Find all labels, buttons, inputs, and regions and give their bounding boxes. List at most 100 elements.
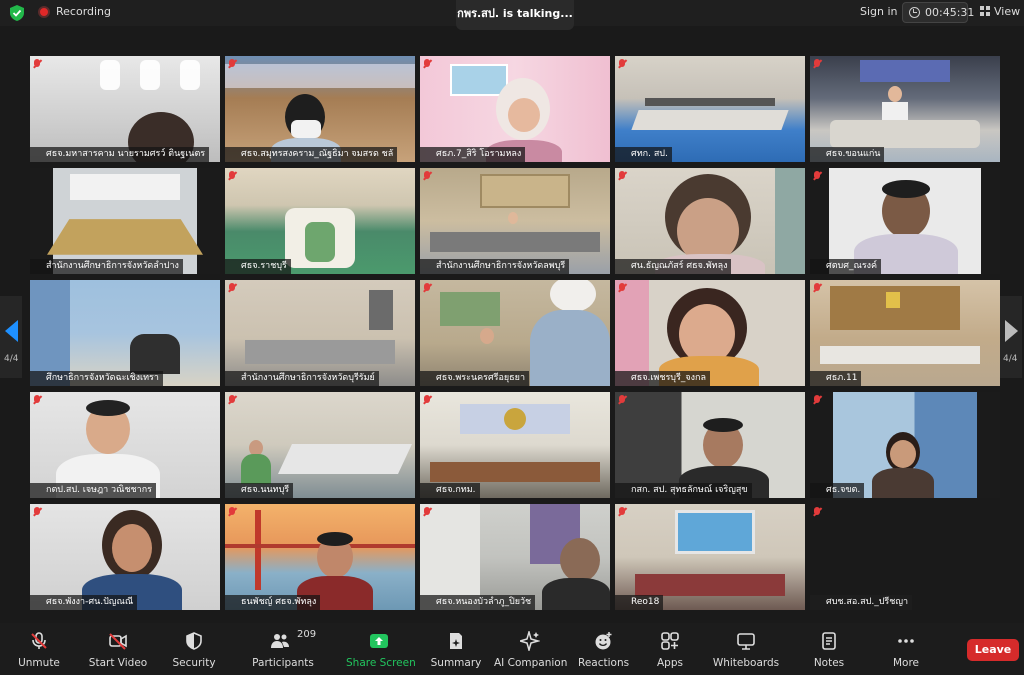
video-tile[interactable]: สำนักงานศึกษาธิการจังหวัดลำปาง (30, 168, 220, 274)
muted-mic-icon (814, 395, 820, 403)
muted-mic-icon (814, 59, 820, 67)
muted-mic-icon (619, 283, 625, 291)
arrow-right-icon (1005, 320, 1018, 342)
apps-button[interactable]: Apps (650, 623, 690, 675)
video-tile[interactable]: ศธภ.7_สิริ โอรามหลง (420, 56, 610, 162)
summary-icon (450, 633, 462, 649)
whiteboards-button[interactable]: Whiteboards (712, 623, 780, 675)
participants-button[interactable]: 209 Participants (252, 623, 317, 675)
participant-name: ศบช.สอ.สป._ปรีชญา (810, 595, 913, 610)
participants-icon (271, 634, 289, 648)
video-tile[interactable]: ศธจ.พระนครศรีอยุธยา (420, 280, 610, 386)
video-tile[interactable]: ศธจ.ราชบุรี (225, 168, 415, 274)
more-label: More (892, 657, 920, 669)
summary-button[interactable]: Summary (430, 623, 482, 675)
participant-name: ศธจ.เพชรบุรี_จงกล (615, 371, 710, 386)
muted-mic-icon (424, 283, 430, 291)
video-tile[interactable]: ศธภ.11 (810, 280, 1000, 386)
muted-mic-icon (424, 59, 430, 67)
notes-label: Notes (813, 657, 845, 669)
meeting-timer[interactable]: 00:45:31 (902, 2, 974, 23)
participant-name: สำนักงานศึกษาธิการจังหวัดบุรีรัมย์ (225, 371, 379, 386)
participant-name: ศทก. สป. (615, 147, 672, 162)
recording-label: Recording (56, 5, 112, 18)
video-tile[interactable]: กตป.สป. เจษฎา วณิชชากร (30, 392, 220, 498)
video-tile[interactable]: ศธ.จขต. (810, 392, 1000, 498)
participant-name: ศน.ธัญณภัสร์ ศธจ.พัทลุง (615, 259, 732, 274)
video-tile[interactable]: ศตบศ_ณรงค์ (810, 168, 1000, 274)
share-screen-icon (370, 634, 388, 648)
clock-icon (909, 7, 920, 18)
participant-name: Reo18 (615, 595, 664, 610)
video-camera-off-icon (109, 633, 127, 650)
participant-name: ศธจ.หนองบัวลำภู_ปิยวัช (420, 595, 536, 610)
participant-name: ศธจ.สมุทรสงคราม_ณัฐธิมา จมสรด ชลั (225, 147, 398, 162)
participant-name: ศธจ.กทม. (420, 483, 480, 498)
video-tile[interactable]: สำนักงานศึกษาธิการจังหวัดบุรีรัมย์ (225, 280, 415, 386)
muted-mic-icon (34, 395, 40, 403)
participant-name: ศตบศ_ณรงค์ (810, 259, 882, 274)
notes-icon (822, 632, 836, 650)
arrow-left-icon (5, 320, 18, 342)
video-tile[interactable]: ศธจ.หนองบัวลำภู_ปิยวัช (420, 504, 610, 610)
video-tile[interactable]: Reo18 (615, 504, 805, 610)
more-button[interactable]: More (886, 623, 926, 675)
video-tile[interactable]: ศธจ.สมุทรสงคราม_ณัฐธิมา จมสรด ชลั (225, 56, 415, 162)
notes-button[interactable]: Notes (808, 623, 850, 675)
participant-name: ศธ.จขต. (810, 483, 865, 498)
muted-mic-icon (229, 171, 235, 179)
video-tile[interactable]: ศธจ.กทม. (420, 392, 610, 498)
participant-name: ศึกษาธิการจังหวัดฉะเชิงเทรา (30, 371, 163, 386)
unmute-button[interactable]: Unmute (16, 623, 62, 675)
video-tile[interactable]: สำนักงานศึกษาธิการจังหวัดลพบุรี (420, 168, 610, 274)
timer-value: 00:45:31 (925, 6, 975, 19)
sign-in-link[interactable]: Sign in (860, 5, 898, 18)
muted-mic-icon (619, 171, 625, 179)
page-indicator-right: 4/4 (1003, 354, 1018, 364)
participant-name: ศธภ.7_สิริ โอรามหลง (420, 147, 526, 162)
top-bar: Recording กพร.สป. is talking... Sign in … (0, 0, 1024, 30)
start-video-button[interactable]: Start Video (88, 623, 148, 675)
video-tile[interactable]: กสก. สป. สุทธลักษณ์ เจริญสุข (615, 392, 805, 498)
muted-mic-icon (34, 59, 40, 67)
apps-label: Apps (657, 657, 683, 669)
view-label: View (994, 5, 1021, 18)
participants-label: Participants (252, 657, 314, 669)
summary-label: Summary (430, 657, 482, 669)
muted-mic-icon (34, 507, 40, 515)
reactions-button[interactable]: Reactions (578, 623, 630, 675)
reactions-label: Reactions (578, 657, 630, 669)
participant-name: ศธจ.ราชบุรี (225, 259, 291, 274)
participant-name: สำนักงานศึกษาธิการจังหวัดลำปาง (30, 259, 183, 274)
previous-page-button[interactable] (0, 296, 22, 378)
participant-name: กตป.สป. เจษฎา วณิชชากร (30, 483, 156, 498)
video-tile[interactable]: ศบช.สอ.สป._ปรีชญา (810, 504, 1000, 610)
video-tile[interactable]: ศธจ.นนทบุรี (225, 392, 415, 498)
video-tile[interactable]: ธนพัชญ์ ศธจ.พัทลุง (225, 504, 415, 610)
participant-name: ธนพัชญ์ ศธจ.พัทลุง (225, 595, 321, 610)
video-tile[interactable]: ศทก. สป. (615, 56, 805, 162)
next-page-button[interactable] (1000, 296, 1022, 378)
ai-companion-label: AI Companion (494, 657, 568, 669)
video-tile[interactable]: ศธจ.ขอนแก่น (810, 56, 1000, 162)
share-screen-button[interactable]: Share Screen (346, 623, 416, 675)
video-tile[interactable]: ศธจ.มหาสารคาม นายรามศรว์ ตินฐเนตร (30, 56, 220, 162)
active-speaker-banner: กพร.สป. is talking... (456, 0, 574, 30)
video-tile[interactable]: ศธจ.เพชรบุรี_จงกล (615, 280, 805, 386)
leave-button[interactable]: Leave (967, 639, 1019, 661)
ai-companion-button[interactable]: AI Companion (494, 623, 568, 675)
grid-view-icon (980, 6, 990, 16)
muted-mic-icon (814, 507, 820, 515)
video-tile[interactable]: ศน.ธัญณภัสร์ ศธจ.พัทลุง (615, 168, 805, 274)
security-button[interactable]: Security (170, 623, 218, 675)
start-video-label: Start Video (88, 657, 148, 669)
muted-mic-icon (814, 171, 820, 179)
view-button[interactable]: View (980, 5, 1020, 18)
participant-name: ศธจ.ขอนแก่น (810, 147, 885, 162)
video-tile[interactable]: ศธจ.พังงา-ศน.ปัญณณี (30, 504, 220, 610)
participant-name: ศธจ.นนทบุรี (225, 483, 294, 498)
video-tile[interactable]: ศึกษาธิการจังหวัดฉะเชิงเทรา (30, 280, 220, 386)
muted-mic-icon (229, 59, 235, 67)
shield-check-icon[interactable] (10, 5, 24, 21)
participant-count: 209 (297, 629, 317, 640)
